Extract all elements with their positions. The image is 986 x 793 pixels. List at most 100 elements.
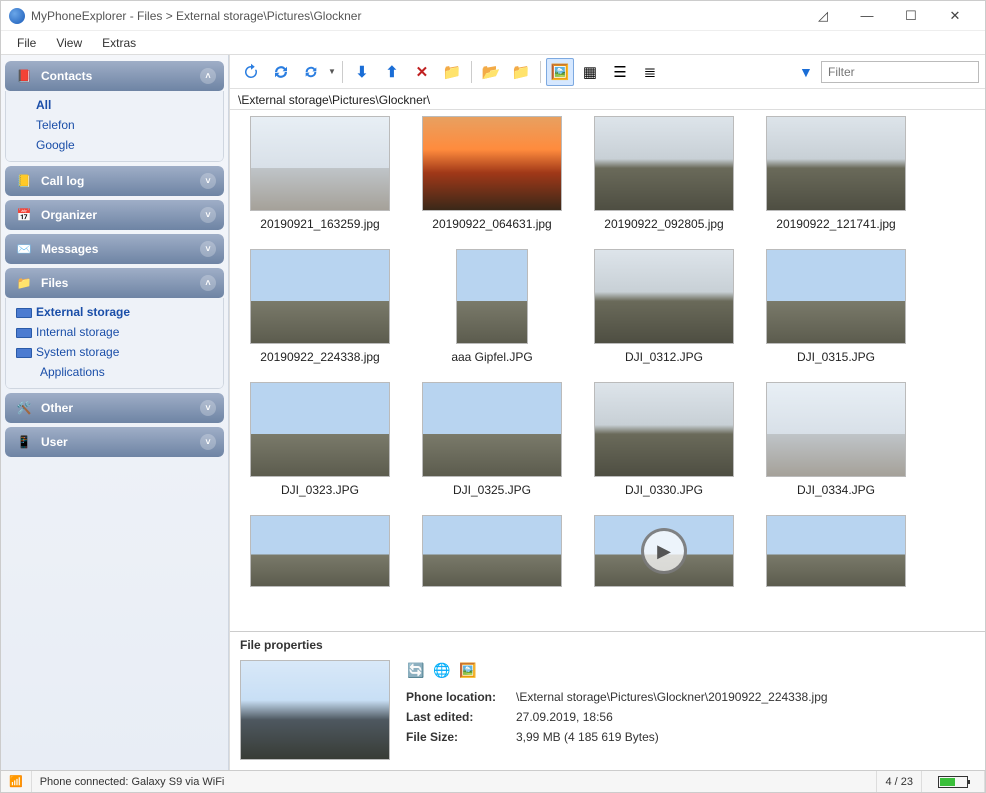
file-name: 20190922_224338.jpg: [260, 350, 379, 364]
file-item[interactable]: 20190921_163259.jpg: [240, 116, 400, 231]
props-edited-label: Last edited:: [406, 710, 516, 724]
sidebar: 📕 Contacts ˄ All Telefon Google 📒 Call l…: [1, 55, 229, 770]
window-title: MyPhoneExplorer - Files > External stora…: [31, 9, 801, 23]
file-item[interactable]: 20190922_121741.jpg: [756, 116, 916, 231]
contacts-item-telefon[interactable]: Telefon: [36, 115, 217, 135]
files-item-applications[interactable]: Applications: [36, 362, 217, 382]
file-name: DJI_0325.JPG: [453, 483, 531, 497]
file-item[interactable]: 20190922_064631.jpg: [412, 116, 572, 231]
chevron-up-icon: ˄: [200, 275, 216, 291]
nav-contacts-label: Contacts: [41, 69, 92, 83]
file-item[interactable]: [756, 515, 916, 587]
menu-extras[interactable]: Extras: [92, 33, 146, 53]
file-item[interactable]: ▶: [584, 515, 744, 587]
nav-files-header[interactable]: 📁 Files ˄: [5, 268, 224, 298]
nav-other-label: Other: [41, 401, 73, 415]
nav-messages-label: Messages: [41, 242, 98, 256]
props-image-button[interactable]: 🖼️: [458, 660, 478, 680]
nav-other-header[interactable]: 🛠️ Other ˅: [5, 393, 224, 423]
file-item[interactable]: DJI_0323.JPG: [240, 382, 400, 497]
menu-file[interactable]: File: [7, 33, 46, 53]
nav-organizer-header[interactable]: 📅 Organizer ˅: [5, 200, 224, 230]
nav-messages-header[interactable]: ✉️ Messages ˅: [5, 234, 224, 264]
delete-button[interactable]: ✕: [408, 58, 436, 86]
contacts-item-all[interactable]: All: [36, 95, 217, 115]
menu-view[interactable]: View: [46, 33, 92, 53]
chevron-down-icon: ˅: [200, 207, 216, 223]
file-grid-scroll[interactable]: 20190921_163259.jpg 20190922_064631.jpg 20…: [230, 109, 985, 631]
file-thumbnail: [456, 249, 528, 344]
view-thumbs-button[interactable]: 🖼️: [546, 58, 574, 86]
titlebar-custom[interactable]: ◿: [801, 2, 845, 30]
file-item[interactable]: aaa Gipfel.JPG: [412, 249, 572, 364]
nav-contacts-header[interactable]: 📕 Contacts ˄: [5, 61, 224, 91]
nav-organizer-label: Organizer: [41, 208, 97, 222]
refresh-button[interactable]: [237, 58, 265, 86]
files-item-system[interactable]: System storage: [36, 342, 217, 362]
file-name: 20190922_064631.jpg: [432, 217, 551, 231]
file-thumbnail: [766, 249, 906, 344]
filter-icon: ▼: [799, 64, 817, 80]
file-name: DJI_0312.JPG: [625, 350, 703, 364]
nav-calllog-header[interactable]: 📒 Call log ˅: [5, 166, 224, 196]
file-thumbnail: [594, 382, 734, 477]
file-name: 20190922_121741.jpg: [776, 217, 895, 231]
upload-button[interactable]: ⬆: [378, 58, 406, 86]
files-item-internal[interactable]: Internal storage: [36, 322, 217, 342]
file-item[interactable]: [412, 515, 572, 587]
download-button[interactable]: ⬇: [348, 58, 376, 86]
props-size-label: File Size:: [406, 730, 516, 744]
file-item[interactable]: DJI_0334.JPG: [756, 382, 916, 497]
filter-input[interactable]: [821, 61, 979, 83]
props-size-value: 3,99 MB (4 185 619 Bytes): [516, 730, 659, 744]
sync-all-button[interactable]: [267, 58, 295, 86]
view-list-button[interactable]: ☰: [606, 58, 634, 86]
menubar: File View Extras: [1, 31, 985, 55]
status-battery: [922, 771, 985, 792]
file-thumbnail: [422, 382, 562, 477]
nav-user-header[interactable]: 📱 User ˅: [5, 427, 224, 457]
titlebar: MyPhoneExplorer - Files > External stora…: [1, 1, 985, 31]
file-thumbnail: [422, 515, 562, 587]
file-thumbnail: [594, 116, 734, 211]
file-thumbnail: [250, 116, 390, 211]
props-edited-value: 27.09.2019, 18:56: [516, 710, 613, 724]
file-thumbnail: [250, 515, 390, 587]
sync-one-button[interactable]: [297, 58, 325, 86]
file-item[interactable]: 20190922_092805.jpg: [584, 116, 744, 231]
maximize-button[interactable]: ☐: [889, 2, 933, 30]
toolbar: ▼ ⬇ ⬆ ✕ 📁 📂 📁 🖼️ ▦ ☰ ≣ ▼: [230, 55, 985, 89]
files-icon: 📁: [13, 274, 35, 292]
new-folder-button[interactable]: 📁: [438, 58, 466, 86]
view-details-button[interactable]: ≣: [636, 58, 664, 86]
file-item[interactable]: [240, 515, 400, 587]
file-thumbnail: ▶: [594, 515, 734, 587]
sdcard-icon: [16, 328, 32, 338]
contacts-item-google[interactable]: Google: [36, 135, 217, 155]
properties-pane: File properties 🔄 🌐 🖼️ Phone location: \…: [230, 631, 985, 770]
minimize-button[interactable]: —: [845, 2, 889, 30]
chevron-down-icon: ˅: [200, 173, 216, 189]
file-thumbnail: [766, 382, 906, 477]
files-item-external[interactable]: External storage: [36, 302, 217, 322]
file-item[interactable]: DJI_0312.JPG: [584, 249, 744, 364]
file-item[interactable]: 20190922_224338.jpg: [240, 249, 400, 364]
file-item[interactable]: DJI_0325.JPG: [412, 382, 572, 497]
close-button[interactable]: ✕: [933, 2, 977, 30]
nav-files-label: Files: [41, 276, 68, 290]
file-item[interactable]: DJI_0330.JPG: [584, 382, 744, 497]
folder-up-button[interactable]: 📂: [477, 58, 505, 86]
messages-icon: ✉️: [13, 240, 35, 258]
props-location-label: Phone location:: [406, 690, 516, 704]
file-item[interactable]: DJI_0315.JPG: [756, 249, 916, 364]
sync-dropdown[interactable]: ▼: [326, 67, 338, 76]
props-refresh-button[interactable]: 🔄: [406, 660, 426, 680]
status-connection: Phone connected: Galaxy S9 via WiFi: [32, 771, 878, 792]
file-thumbnail: [422, 116, 562, 211]
folder-tree-button[interactable]: 📁: [507, 58, 535, 86]
file-name: 20190921_163259.jpg: [260, 217, 379, 231]
other-icon: 🛠️: [13, 399, 35, 417]
view-tiles-button[interactable]: ▦: [576, 58, 604, 86]
file-name: 20190922_092805.jpg: [604, 217, 723, 231]
props-geo-button[interactable]: 🌐: [432, 660, 452, 680]
